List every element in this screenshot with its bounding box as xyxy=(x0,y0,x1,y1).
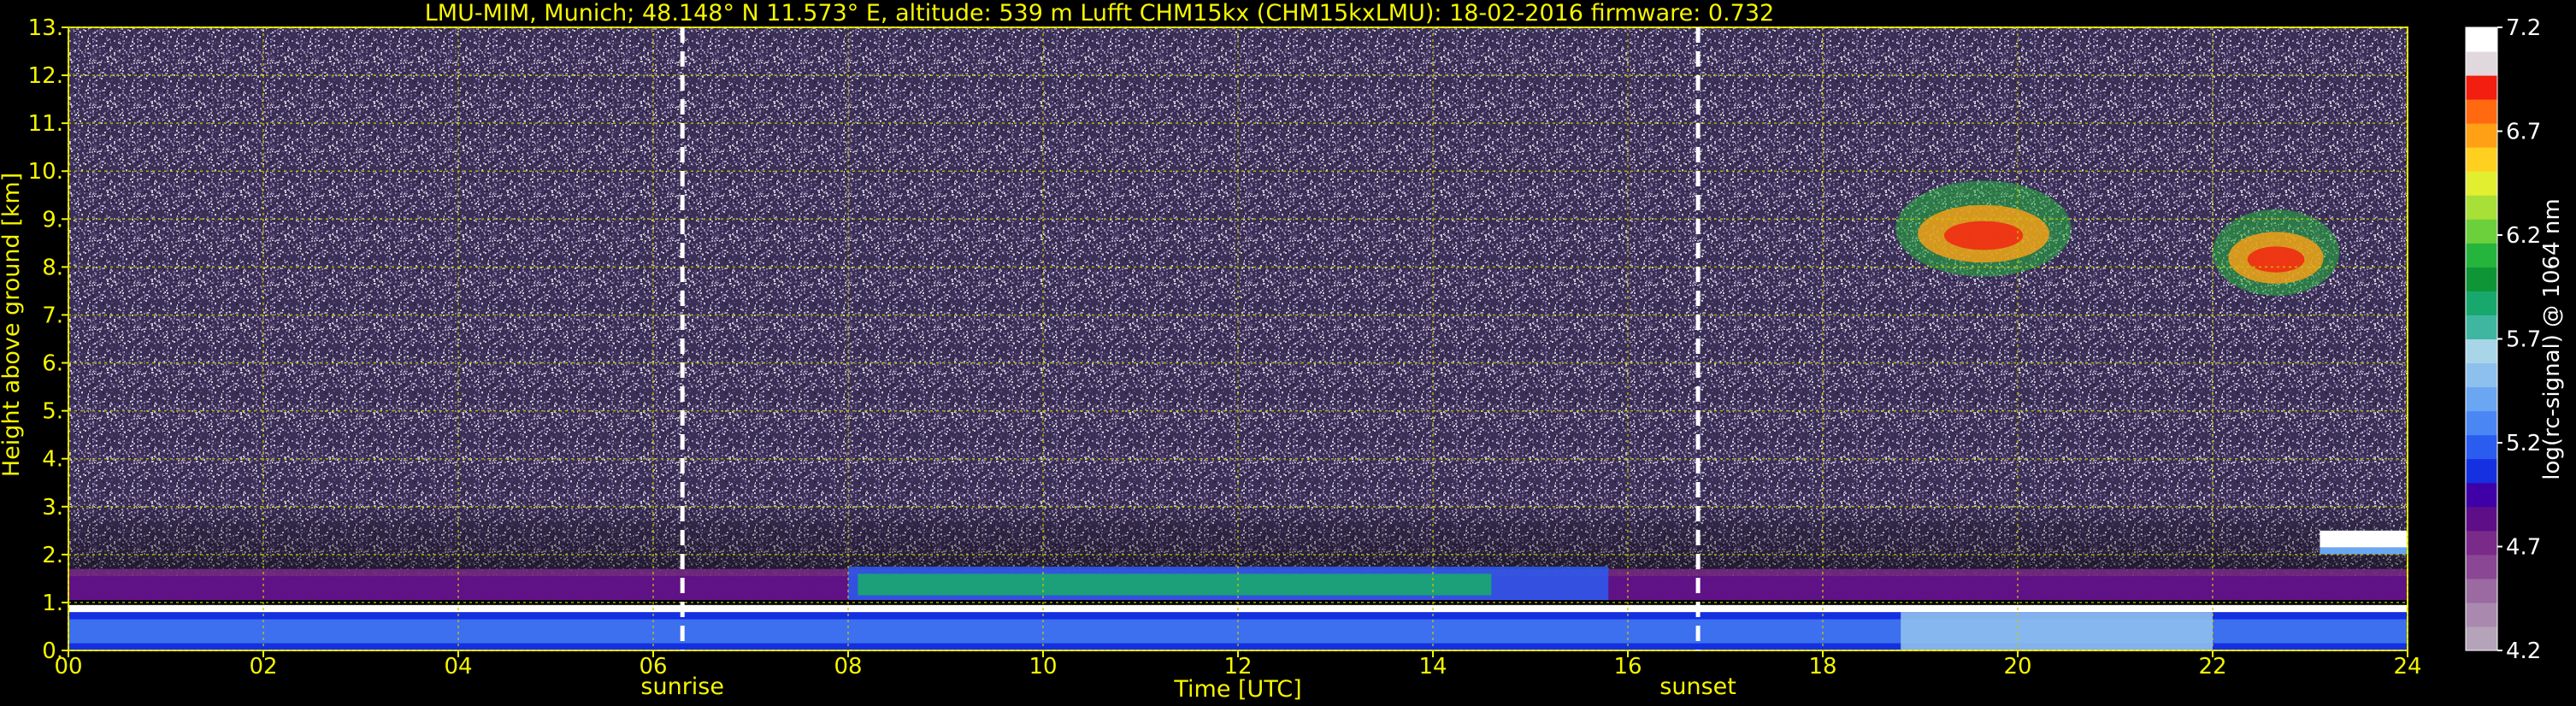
y-tick-label: 1. xyxy=(42,591,63,616)
cirrus-cloud-peak xyxy=(1943,221,2024,250)
colorbar-segment xyxy=(2466,626,2497,651)
colorbar-segment xyxy=(2466,434,2497,460)
y-tick-label: 6. xyxy=(42,351,63,377)
colorbar-segment xyxy=(2466,99,2497,124)
x-tick-label: 14 xyxy=(1418,654,1447,680)
colorbar-segment xyxy=(2466,27,2497,52)
x-tick-label: 06 xyxy=(639,654,667,680)
colorbar-label: log(rc-signal) @ 1064 nm xyxy=(2539,198,2565,479)
colorbar-segment xyxy=(2466,554,2497,580)
colorbar-segment xyxy=(2466,530,2497,556)
x-tick-label: 16 xyxy=(1613,654,1642,680)
colorbar-tick-label: 4.2 xyxy=(2506,638,2541,664)
y-tick-label: 11. xyxy=(28,111,63,137)
y-tick-label: 7. xyxy=(42,303,63,328)
colorbar-segment xyxy=(2466,602,2497,627)
colorbar-segment xyxy=(2466,338,2497,364)
y-tick-label: 3. xyxy=(42,495,63,521)
colorbar-segment xyxy=(2466,243,2497,268)
colorbar-tick-label: 6.7 xyxy=(2506,120,2541,145)
aerosol-layer-core xyxy=(858,574,1492,596)
y-axis-label: Height above ground [km] xyxy=(0,173,25,477)
colorbar-segment xyxy=(2466,386,2497,412)
colorbar-segment xyxy=(2466,267,2497,291)
y-tick-label: 13. xyxy=(28,15,63,41)
colorbar-tick-label: 5.7 xyxy=(2506,327,2541,353)
cirrus-cloud-peak xyxy=(2247,246,2305,273)
x-tick-label: 20 xyxy=(2003,654,2031,680)
colorbar-segment xyxy=(2466,506,2497,532)
x-tick-label: 02 xyxy=(249,654,277,680)
colorbar-segment xyxy=(2466,171,2497,196)
x-tick-label: 00 xyxy=(54,654,82,680)
y-tick-label: 4. xyxy=(42,447,63,473)
x-tick-label: 10 xyxy=(1029,654,1057,680)
x-axis-label: Time [UTC] xyxy=(1173,676,1301,703)
colorbar-segment xyxy=(2466,410,2497,436)
x-tick-label: 18 xyxy=(1808,654,1836,680)
colorbar-segment xyxy=(2466,123,2497,148)
low-cloud-edge xyxy=(2320,547,2408,555)
colorbar-segment xyxy=(2466,458,2497,484)
y-tick-label: 2. xyxy=(42,543,63,568)
chart-title: LMU-MIM, Munich; 48.148° N 11.573° E, al… xyxy=(425,0,1774,26)
colorbar-tick-label: 6.2 xyxy=(2506,223,2541,249)
lidar-chart: LMU-MIM, Munich; 48.148° N 11.573° E, al… xyxy=(0,0,2576,706)
y-tick-label: 9. xyxy=(42,207,63,232)
low-cloud xyxy=(2320,530,2408,548)
colorbar-segment xyxy=(2466,362,2497,388)
colorbar-segment xyxy=(2466,291,2497,315)
colorbar-segment xyxy=(2466,315,2497,339)
colorbar-segment xyxy=(2466,75,2497,100)
colorbar-segment xyxy=(2466,195,2497,220)
y-tick-label: 8. xyxy=(42,255,63,280)
x-tick-label: 04 xyxy=(444,654,472,680)
colorbar-segment xyxy=(2466,51,2497,76)
sunset-label: sunset xyxy=(1659,674,1736,700)
colorbar-segment xyxy=(2466,219,2497,244)
colorbar-segment xyxy=(2466,147,2497,172)
boundary-layer-evening xyxy=(1901,612,2213,650)
colorbar-tick-label: 4.7 xyxy=(2506,535,2541,561)
colorbar-tick-label: 5.2 xyxy=(2506,431,2541,456)
y-tick-label: 12. xyxy=(28,63,63,89)
x-tick-label: 22 xyxy=(2198,654,2226,680)
colorbar-segment xyxy=(2466,482,2497,508)
x-tick-label: 08 xyxy=(834,654,862,680)
x-tick-label: 24 xyxy=(2393,654,2421,680)
y-tick-label: 10. xyxy=(28,159,63,185)
colorbar-segment xyxy=(2466,578,2497,603)
y-tick-label: 5. xyxy=(42,399,63,425)
colorbar-tick-label: 7.2 xyxy=(2506,15,2541,41)
